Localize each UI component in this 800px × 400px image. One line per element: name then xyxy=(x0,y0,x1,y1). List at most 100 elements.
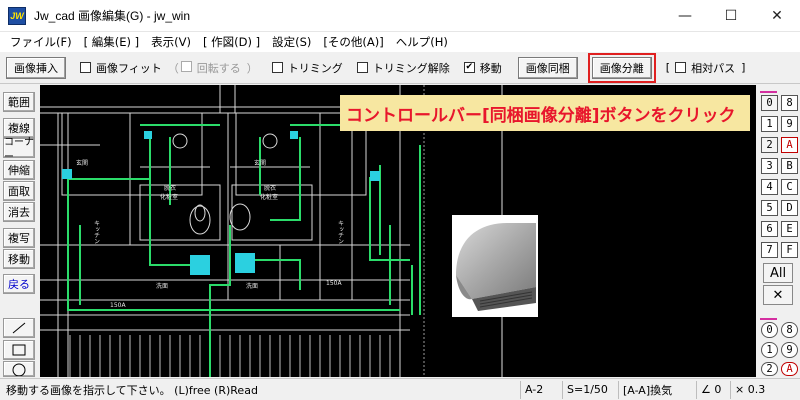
layer-a-button[interactable]: A xyxy=(781,137,798,153)
status-bar: 移動する画像を指示して下さい。 (L)free (R)Read A-2 S=1/… xyxy=(0,378,800,400)
layer-2-button[interactable]: 2 xyxy=(761,137,778,153)
layer-group-indicator xyxy=(760,91,777,93)
label-pipe-right: 150A xyxy=(326,280,342,287)
layer-1-button[interactable]: 1 xyxy=(761,116,778,132)
tool-corner-button[interactable]: コーナー xyxy=(3,137,35,163)
layer-group-9-button[interactable]: 9 xyxy=(781,342,798,358)
menu-edit[interactable]: [ 編集(E) ] xyxy=(78,34,146,50)
layer-9-button[interactable]: 9 xyxy=(781,116,798,132)
layer-c-button[interactable]: C xyxy=(781,179,798,195)
left-tool-panel: 範囲 複線 コーナー 伸縮 面取 消去 複写 移動 戻る xyxy=(0,85,40,377)
tool-range-button[interactable]: 範囲 xyxy=(3,92,35,112)
relative-path-checkbox-box[interactable] xyxy=(675,62,687,73)
label-pipe-left: 150A xyxy=(110,302,126,309)
layer-d-button[interactable]: D xyxy=(781,200,798,216)
trimming-cancel-checkbox[interactable]: トリミング解除 xyxy=(356,60,450,76)
trimming-checkbox-box[interactable] xyxy=(271,62,283,73)
window-controls: — ☐ ✕ xyxy=(662,0,800,32)
menu-file[interactable]: ファイル(F) xyxy=(4,34,78,50)
layer-4-button[interactable]: 4 xyxy=(761,179,778,195)
rotate-checkbox xyxy=(180,60,197,75)
tool-erase-button[interactable]: 消去 xyxy=(3,202,35,222)
trimming-label: トリミング xyxy=(287,61,343,75)
menu-help[interactable]: ヘルプ(H) xyxy=(390,34,454,50)
insert-image-button[interactable]: 画像挿入 xyxy=(6,56,66,79)
layer-b-button[interactable]: B xyxy=(781,158,798,174)
menu-view[interactable]: 表示(V) xyxy=(145,34,197,50)
menu-bar: ファイル(F) [ 編集(E) ] 表示(V) [ 作図(D) ] 設定(S) … xyxy=(0,32,800,52)
layer-f-button[interactable]: F xyxy=(781,242,798,258)
layer-0-button[interactable]: 0 xyxy=(761,95,778,111)
fit-image-label: 画像フィット xyxy=(96,61,162,75)
trimming-checkbox[interactable]: トリミング xyxy=(271,60,343,76)
label-washitsu-right: 洗面 xyxy=(246,282,258,290)
status-layer[interactable]: [A-A]換気 xyxy=(618,380,694,399)
tool-line-button[interactable] xyxy=(3,318,35,338)
tool-undo-button[interactable]: 戻る xyxy=(3,274,35,294)
menu-other[interactable]: [その他(A)] xyxy=(317,34,389,50)
rectangle-tool-icon xyxy=(12,344,26,356)
fit-image-checkbox-box[interactable] xyxy=(80,62,91,73)
menu-settings[interactable]: 設定(S) xyxy=(266,34,317,50)
circle-tool-icon xyxy=(12,363,26,376)
drawing-canvas[interactable]: 玄関 玄関 脱衣 脱衣 化粧室 化粧室 洗面 洗面 150A 150A キッチン… xyxy=(40,85,756,377)
fit-image-checkbox[interactable]: 画像フィット xyxy=(80,60,162,76)
label-datsui-left: 脱衣 xyxy=(164,184,176,192)
rotate-label: 回転する xyxy=(196,61,241,75)
label-keshoshitsu-left: 化粧室 xyxy=(160,193,178,201)
tool-chamfer-button[interactable]: 面取 xyxy=(3,181,35,201)
rotate-open-paren: （ xyxy=(167,61,179,75)
title-bar: JW Jw_cad 画像編集(G) - jw_win — ☐ ✕ xyxy=(0,0,800,32)
tool-copy-button[interactable]: 複写 xyxy=(3,228,35,248)
line-tool-icon xyxy=(12,322,26,334)
minimize-button[interactable]: — xyxy=(662,0,708,32)
close-button[interactable]: ✕ xyxy=(754,0,800,32)
relative-path-close-bracket: ] xyxy=(741,61,746,74)
tool-circle-button[interactable] xyxy=(3,361,35,377)
rotate-checkbox-box xyxy=(180,60,192,72)
move-label: 移動 xyxy=(479,61,502,75)
layer-clear-button[interactable]: ✕ xyxy=(763,285,793,305)
tool-stretch-button[interactable]: 伸縮 xyxy=(3,160,35,180)
move-checkbox-box[interactable]: ✔ xyxy=(463,62,475,73)
move-checkbox[interactable]: ✔ 移動 xyxy=(463,60,502,76)
rotate-close-paren: ） xyxy=(246,61,258,75)
label-datsui-right: 脱衣 xyxy=(264,184,276,192)
trimming-cancel-checkbox-box[interactable] xyxy=(356,62,368,73)
layer-all-button[interactable]: All xyxy=(763,263,793,283)
layer-5-button[interactable]: 5 xyxy=(761,200,778,216)
split-image-highlight: 画像分離 xyxy=(587,52,656,83)
layer-group-a-button[interactable]: A xyxy=(781,362,798,376)
jw-cad-logo-icon: JW xyxy=(8,6,26,25)
layer-7-button[interactable]: 7 xyxy=(761,242,778,258)
label-kitchen-left: キッチン xyxy=(93,220,100,244)
label-kitchen-right: キッチン xyxy=(337,220,344,244)
layer-group-1-button[interactable]: 1 xyxy=(761,342,778,358)
label-genkan-right: 玄関 xyxy=(254,159,266,167)
tool-move-button[interactable]: 移動 xyxy=(3,249,35,269)
layer-e-button[interactable]: E xyxy=(781,221,798,237)
layer-3-button[interactable]: 3 xyxy=(761,158,778,174)
label-keshoshitsu-right: 化粧室 xyxy=(260,193,278,201)
instruction-callout: コントロールバー[同梱画像分離]ボタンをクリック xyxy=(340,95,750,131)
layer-8-button[interactable]: 8 xyxy=(781,95,798,111)
layer-group-2-button[interactable]: 2 xyxy=(761,362,778,376)
layer-6-button[interactable]: 6 xyxy=(761,221,778,237)
status-message: 移動する画像を指示して下さい。 (L)free (R)Read xyxy=(6,383,258,397)
vent-cap-photo[interactable] xyxy=(452,215,538,317)
status-zoom[interactable]: × 0.3 xyxy=(730,380,796,399)
layer-group-8-button[interactable]: 8 xyxy=(781,322,798,338)
relative-path-checkbox[interactable]: 相対パス xyxy=(675,60,735,76)
tool-rectangle-button[interactable] xyxy=(3,340,35,360)
control-bar: 画像挿入 画像フィット （ 回転する ） トリミング トリミング解除 ✔ 移動 … xyxy=(0,52,800,84)
split-image-button[interactable]: 画像分離 xyxy=(591,56,652,79)
vent-cap-image xyxy=(456,223,536,311)
label-washitsu-left: 洗面 xyxy=(156,282,168,290)
menu-draw[interactable]: [ 作図(D) ] xyxy=(197,34,266,50)
status-angle[interactable]: ∠ 0 xyxy=(696,380,728,399)
maximize-button[interactable]: ☐ xyxy=(708,0,754,32)
status-scale[interactable]: S=1/50 xyxy=(562,380,616,399)
bundle-image-button[interactable]: 画像同梱 xyxy=(517,56,578,79)
layer-group-0-button[interactable]: 0 xyxy=(761,322,778,338)
label-genkan-left: 玄関 xyxy=(76,159,88,167)
